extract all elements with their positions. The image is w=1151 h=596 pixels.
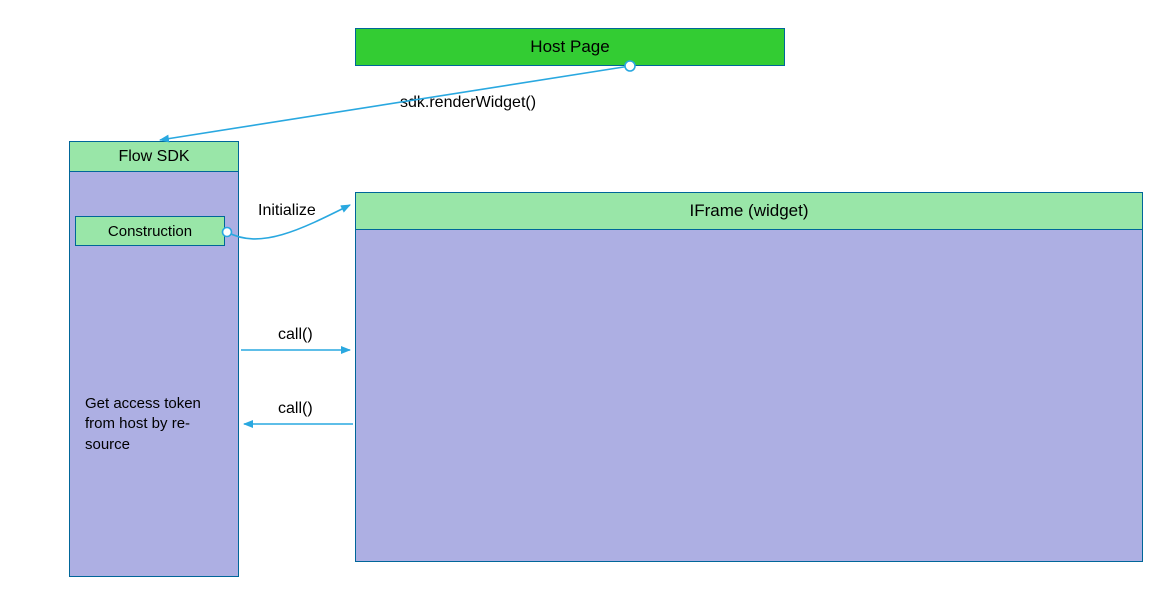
host-page-box: Host Page xyxy=(355,28,785,66)
construction-box: Construction xyxy=(75,216,225,246)
render-widget-label: sdk.renderWidget() xyxy=(400,94,536,112)
call2-label: call() xyxy=(278,400,313,418)
host-page-label: Host Page xyxy=(530,37,609,57)
iframe-widget-box: IFrame (widget) xyxy=(355,192,1143,562)
call1-label: call() xyxy=(278,326,313,344)
construction-label: Construction xyxy=(108,223,192,240)
flow-sdk-box: Flow SDK Construction Get access token f… xyxy=(69,141,239,577)
initialize-label: Initialize xyxy=(258,202,316,220)
token-text: Get access token from host by re­source xyxy=(85,394,225,455)
flow-sdk-header-label: Flow SDK xyxy=(118,148,189,166)
iframe-widget-header-label: IFrame (widget) xyxy=(689,201,808,221)
flow-sdk-header: Flow SDK xyxy=(70,142,238,172)
arrow-render-widget xyxy=(160,61,635,140)
iframe-widget-header: IFrame (widget) xyxy=(356,193,1142,230)
